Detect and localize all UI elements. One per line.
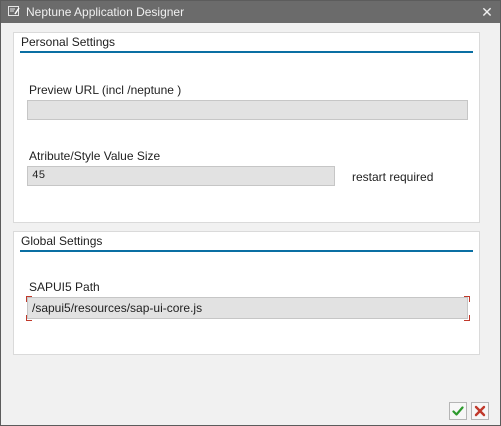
focus-corner-top-right <box>464 296 470 302</box>
restart-required-note: restart required <box>352 170 434 184</box>
cancel-icon <box>474 405 486 417</box>
personal-settings-title: Personal Settings <box>21 35 116 49</box>
focus-corner-bottom-left <box>26 315 32 321</box>
close-button[interactable]: ✕ <box>479 4 495 20</box>
style-size-field[interactable]: 45 <box>27 166 335 186</box>
title-bar[interactable]: Neptune Application Designer ✕ <box>1 1 500 23</box>
sapui5-path-value: /sapui5/resources/sap-ui-core.js <box>32 301 203 315</box>
global-settings-header: Global Settings <box>20 232 473 252</box>
global-settings-title: Global Settings <box>21 234 103 248</box>
dialog-window: Neptune Application Designer ✕ Personal … <box>0 0 501 426</box>
preview-url-field[interactable] <box>27 100 468 120</box>
sapui5-path-field[interactable]: /sapui5/resources/sap-ui-core.js <box>27 297 468 319</box>
checkmark-icon <box>452 406 464 416</box>
global-settings-group: Global Settings SAPUI5 Path /sapui5/reso… <box>13 231 480 355</box>
personal-settings-header: Personal Settings <box>20 33 473 53</box>
ok-button[interactable] <box>449 402 467 420</box>
focus-corner-top-left <box>26 296 32 302</box>
personal-settings-group: Personal Settings Preview URL (incl /nep… <box>13 32 480 223</box>
preview-url-label: Preview URL (incl /neptune ) <box>29 83 182 97</box>
focus-corner-bottom-right <box>464 315 470 321</box>
style-size-label: Atribute/Style Value Size <box>29 149 161 163</box>
window-title: Neptune Application Designer <box>26 5 185 19</box>
cancel-button[interactable] <box>471 402 489 420</box>
sapui5-path-label: SAPUI5 Path <box>29 280 100 294</box>
edit-window-icon <box>8 6 20 17</box>
